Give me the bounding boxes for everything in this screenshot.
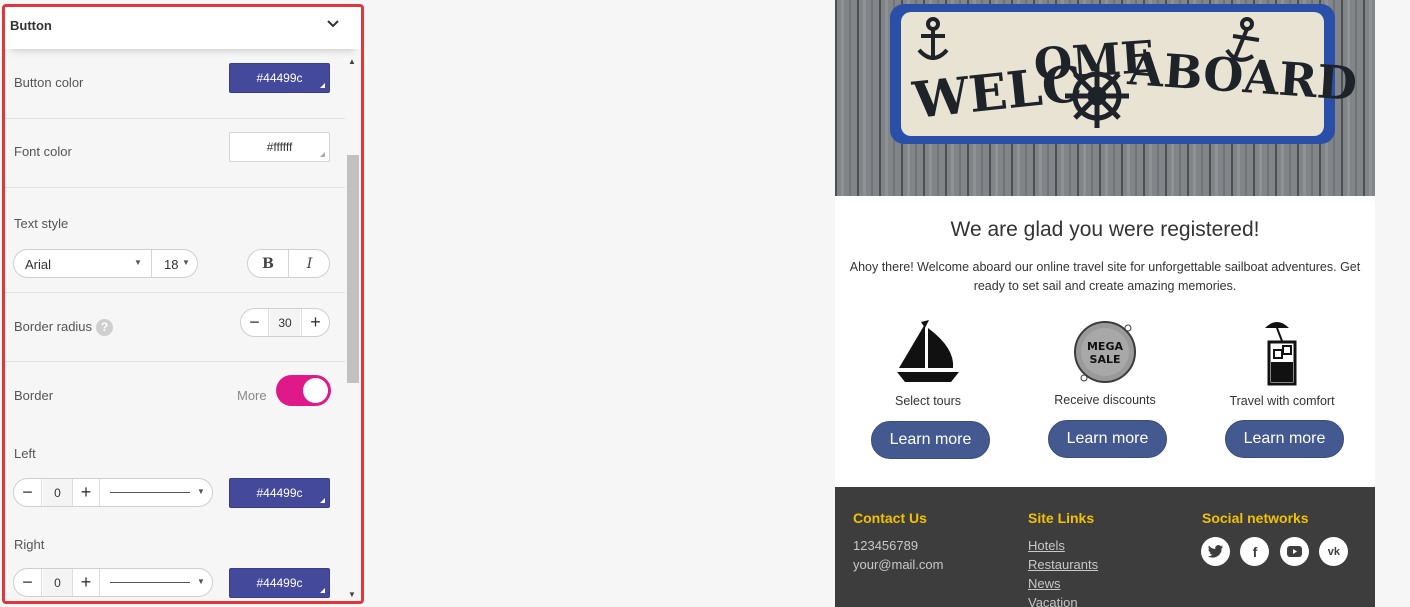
social-icons: f vk: [1201, 537, 1354, 571]
left-border-color-value: #44499c: [256, 486, 303, 500]
button-color-label: Button color: [14, 75, 84, 90]
contact-heading: Contact Us: [853, 510, 927, 526]
button-color-swatch[interactable]: #44499c: [229, 63, 330, 93]
footer-link-vacation[interactable]: Vacation: [1028, 593, 1098, 607]
decrement-button[interactable]: −: [14, 479, 42, 506]
chevron-down-icon[interactable]: [325, 16, 341, 32]
divider: [5, 187, 345, 188]
right-border-color-value: #44499c: [256, 576, 303, 590]
resize-corner-icon: [320, 498, 325, 503]
facebook-glyph: f: [1252, 543, 1258, 560]
site-links-column: Site Links Hotels Restaurants News Vacat…: [1028, 510, 1098, 607]
resize-corner-icon: [320, 152, 325, 157]
font-size-value[interactable]: 18: [164, 257, 178, 272]
toggle-knob: [303, 378, 328, 403]
caret-down-icon[interactable]: ▼: [197, 577, 205, 586]
vk-glyph: vk: [1327, 545, 1340, 558]
right-border-color-swatch[interactable]: #44499c: [229, 568, 330, 598]
border-style-line[interactable]: [110, 492, 190, 493]
font-family-value: Arial: [25, 257, 52, 272]
twitter-icon[interactable]: [1201, 537, 1230, 566]
resize-corner-icon: [320, 83, 325, 88]
caret-down-icon: ▼: [182, 258, 190, 267]
feature-caption: Receive discounts: [1054, 393, 1156, 407]
panel-scrollbar[interactable]: ▲ ▼: [345, 49, 361, 601]
panel-title: Button: [10, 18, 52, 33]
contact-phone: 123456789: [853, 538, 919, 553]
facebook-icon[interactable]: f: [1240, 537, 1270, 566]
font-color-label: Font color: [14, 144, 72, 159]
welcome-aboard-banner: WELC OME ABOARD: [835, 0, 1375, 196]
text-format-group: B I: [247, 249, 330, 278]
contact-email[interactable]: your@mail.com: [853, 555, 944, 574]
increment-button[interactable]: +: [72, 479, 100, 506]
left-border-color-swatch[interactable]: #44499c: [229, 478, 330, 508]
panel-header[interactable]: Button: [5, 7, 361, 49]
footer-link-hotels[interactable]: Hotels: [1028, 536, 1098, 555]
help-icon[interactable]: ?: [96, 319, 114, 337]
panel-body: Button color #44499c Font color #ffffff …: [5, 49, 345, 601]
left-border-control: − 0 + ▼: [13, 478, 213, 507]
email-intro: Ahoy there! Welcome aboard our online tr…: [849, 260, 1361, 293]
caret-down-icon[interactable]: ▼: [197, 487, 205, 496]
border-radius-label: Border radius?: [14, 319, 114, 337]
bold-button[interactable]: B: [248, 250, 289, 277]
sale-text: SALE: [1090, 353, 1121, 366]
right-border-label: Right: [14, 537, 45, 552]
left-border-label: Left: [14, 446, 36, 461]
border-radius-text: Border radius: [14, 319, 93, 334]
more-label: More: [237, 388, 267, 403]
text-style-label: Text style: [14, 216, 69, 231]
email-preview: WELC OME ABOARD We are glad you were reg…: [835, 0, 1375, 607]
mega-sale-icon: MEGA SALE: [1074, 321, 1136, 383]
italic-button[interactable]: I: [289, 250, 330, 277]
feature-caption: Travel with comfort: [1229, 394, 1335, 408]
divider: [5, 361, 345, 362]
caret-down-icon: ▼: [134, 258, 142, 267]
feature-caption: Select tours: [894, 394, 961, 408]
learn-more-button[interactable]: Learn more: [1225, 420, 1344, 458]
learn-more-button[interactable]: Learn more: [1048, 420, 1167, 458]
decrement-button[interactable]: −: [14, 569, 42, 596]
border-label: Border: [14, 388, 54, 403]
site-links-heading: Site Links: [1028, 510, 1095, 526]
border-radius-stepper: − 30 +: [240, 308, 330, 337]
contact-column: Contact Us 123456789 your@mail.com: [853, 510, 944, 574]
scrollbar-thumb[interactable]: [347, 155, 359, 383]
font-family-select[interactable]: Arial ▼ 18 ▼: [13, 249, 198, 278]
email-footer: Contact Us 123456789 your@mail.com Site …: [835, 487, 1375, 607]
divider: [5, 118, 345, 119]
button-settings-panel: Button Button color #44499c Font color #…: [2, 4, 364, 604]
border-style-line[interactable]: [110, 582, 190, 583]
left-border-width[interactable]: 0: [43, 479, 72, 506]
button-color-value: #44499c: [256, 71, 303, 85]
scroll-up-icon[interactable]: ▲: [348, 57, 356, 66]
learn-more-button[interactable]: Learn more: [871, 421, 990, 459]
decrement-button[interactable]: −: [241, 309, 269, 336]
increment-button[interactable]: +: [301, 309, 329, 336]
divider: [151, 250, 152, 277]
border-toggle[interactable]: [276, 375, 331, 406]
cocktail-icon: [1265, 322, 1297, 386]
font-color-swatch[interactable]: #ffffff: [229, 132, 330, 162]
scroll-down-icon[interactable]: ▼: [348, 590, 356, 599]
footer-link-news[interactable]: News: [1028, 574, 1098, 593]
resize-corner-icon: [320, 588, 325, 593]
email-headline: We are glad you were registered!: [950, 218, 1260, 241]
social-heading: Social networks: [1202, 510, 1309, 526]
increment-button[interactable]: +: [72, 569, 100, 596]
sailboat-icon: [897, 320, 959, 382]
youtube-icon[interactable]: [1279, 537, 1309, 566]
border-radius-value[interactable]: 30: [270, 309, 300, 336]
mega-text: MEGA: [1087, 340, 1123, 353]
right-border-width[interactable]: 0: [43, 569, 72, 596]
font-color-value: #ffffff: [266, 140, 293, 154]
footer-link-restaurants[interactable]: Restaurants: [1028, 555, 1098, 574]
vk-icon[interactable]: vk: [1319, 537, 1349, 566]
right-border-control: − 0 + ▼: [13, 568, 213, 597]
social-column: Social networks: [1202, 510, 1309, 526]
divider: [5, 292, 345, 293]
